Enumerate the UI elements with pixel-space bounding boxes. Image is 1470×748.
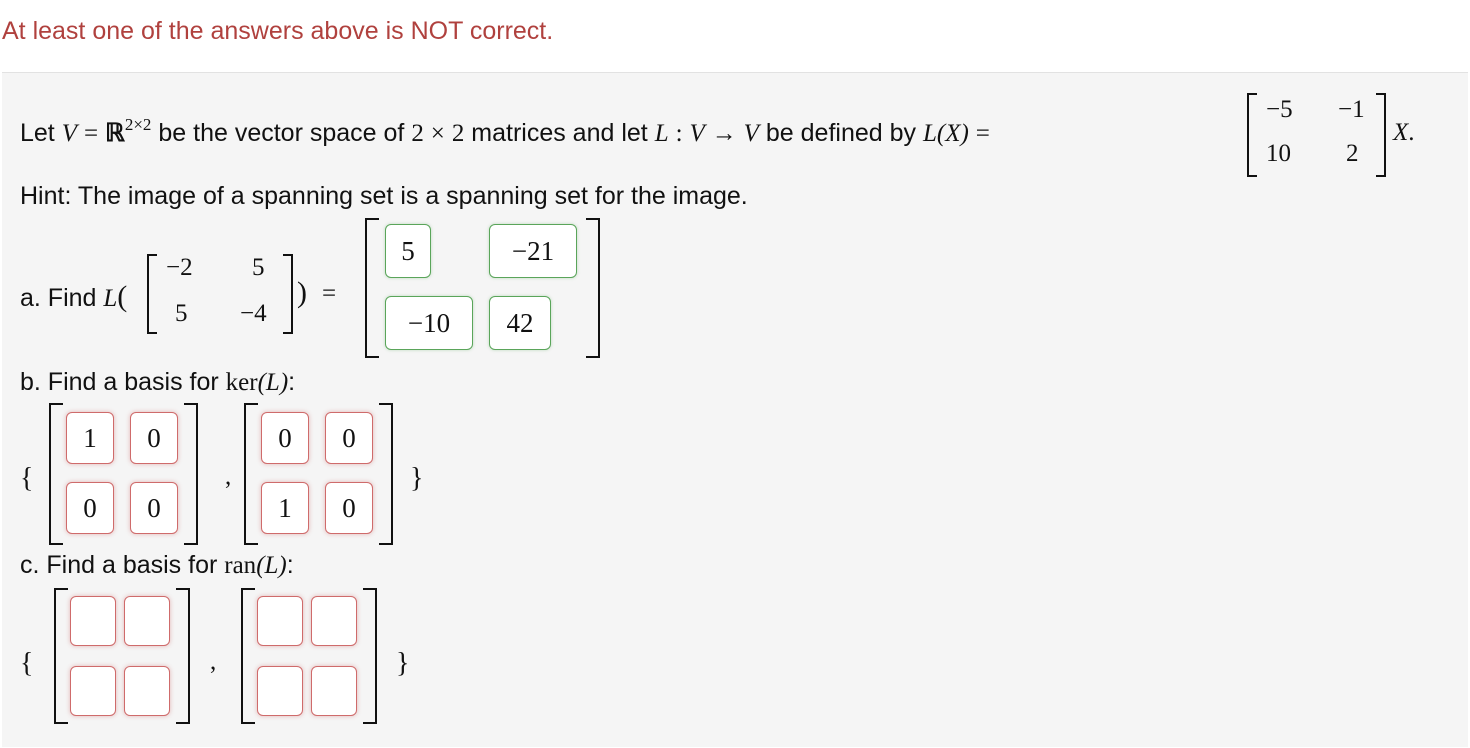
ker-basis-2-input-21[interactable]: 1	[261, 482, 309, 534]
matrix-cell-22: 2	[1346, 140, 1359, 167]
matrix-bracket-right	[1376, 93, 1386, 177]
ker-basis-2-bracket-left	[244, 403, 258, 545]
equals-sign: =	[83, 120, 99, 147]
ker-basis-2-bracket-right	[379, 403, 393, 545]
matrix-cell-21: 10	[1266, 140, 1291, 167]
var-v-codomain: V	[743, 120, 759, 147]
ker-basis-2-input-11[interactable]: 0	[261, 412, 309, 464]
part-c-label: c. Find a basis for ran(L):	[20, 551, 294, 580]
part-c-open-brace: {	[20, 648, 34, 679]
ker-basis-1-input-11[interactable]: 1	[66, 412, 114, 464]
part-a-equals: =	[322, 280, 337, 307]
intro-text-3: be defined by	[765, 119, 917, 147]
part-a-open-paren: (	[117, 280, 128, 313]
answer-a-input-11[interactable]: 5	[385, 224, 431, 278]
ker-basis-2-input-12[interactable]: 0	[325, 412, 373, 464]
ker-func: ker	[225, 369, 258, 396]
l-of-x: L(X)	[922, 120, 969, 147]
ran-basis-1-bracket-left	[54, 588, 68, 724]
ran-basis-2-input-21[interactable]	[257, 666, 303, 716]
part-a-close-paren: )	[297, 276, 307, 309]
ker-arg: (L)	[257, 369, 289, 396]
ker-basis-2-input-22[interactable]: 0	[325, 482, 373, 534]
part-b-text: b. Find a basis for	[20, 368, 219, 396]
intro-let: Let	[20, 119, 55, 147]
ker-basis-1-input-21[interactable]: 0	[66, 482, 114, 534]
ker-basis-1-bracket-right	[184, 403, 198, 545]
intro-text-2: matrices and let	[471, 119, 648, 147]
ran-func: ran	[224, 552, 257, 579]
answer-a-bracket-left	[365, 218, 379, 358]
intro-text: Let V = ℝ2×2 be the vector space of 2 × …	[20, 115, 990, 148]
part-c-comma: ,	[210, 648, 217, 675]
part-b-colon: :	[288, 368, 296, 396]
dim-2a: 2	[411, 120, 424, 147]
part-c-colon: :	[286, 551, 294, 579]
answer-a-bracket-right	[586, 218, 600, 358]
ran-arg: (L)	[256, 552, 287, 579]
arrow-icon: →	[711, 120, 737, 147]
part-a-cell-22: −4	[240, 300, 267, 327]
ran-basis-2-input-12[interactable]	[311, 596, 357, 646]
ran-basis-1-input-11[interactable]	[70, 596, 116, 646]
dim-2b: 2	[451, 120, 465, 147]
var-l: L	[654, 120, 669, 147]
dims-superscript: 2×2	[124, 115, 152, 134]
times-sign: ×	[430, 120, 445, 147]
matrix-cell-12: −1	[1338, 96, 1365, 123]
ran-basis-1-input-22[interactable]	[124, 666, 170, 716]
matrix-cell-11: −5	[1266, 96, 1293, 123]
ker-basis-1-input-12[interactable]: 0	[130, 412, 178, 464]
answer-a-input-22[interactable]: 42	[489, 296, 551, 350]
var-x: X	[1393, 119, 1409, 146]
part-a-cell-21: 5	[175, 300, 188, 327]
part-a-label: a. Find L(	[20, 280, 127, 314]
var-v: V	[61, 120, 77, 147]
ran-basis-2-input-22[interactable]	[311, 666, 357, 716]
equals-sign-2: =	[975, 120, 990, 147]
ker-basis-1-bracket-left	[49, 403, 63, 545]
part-b-comma: ,	[225, 463, 232, 490]
ker-basis-1-input-22[interactable]: 0	[130, 482, 178, 534]
part-a-text: a. Find	[20, 284, 97, 312]
part-a-matrix-bracket-left	[147, 254, 157, 334]
answer-a-input-12[interactable]: −21	[489, 224, 577, 278]
part-c-text: c. Find a basis for	[20, 551, 218, 579]
matrix-bracket-left	[1247, 93, 1257, 177]
var-v-domain: V	[689, 120, 705, 147]
part-c-close-brace: }	[396, 648, 410, 679]
ran-basis-2-bracket-right	[363, 588, 377, 724]
ran-basis-1-bracket-right	[176, 588, 190, 724]
ran-basis-2-bracket-left	[241, 588, 255, 724]
part-a-cell-11: −2	[166, 254, 193, 281]
reals-symbol: ℝ	[105, 120, 125, 147]
period: .	[1408, 119, 1415, 146]
part-a-matrix-bracket-right	[283, 254, 293, 334]
ran-basis-1-input-21[interactable]	[70, 666, 116, 716]
ran-basis-1-input-12[interactable]	[124, 596, 170, 646]
ran-basis-2-input-11[interactable]	[257, 596, 303, 646]
error-message: At least one of the answers above is NOT…	[2, 17, 554, 45]
colon: :	[675, 120, 683, 147]
part-b-close-brace: }	[410, 463, 424, 494]
part-b-label: b. Find a basis for ker(L):	[20, 368, 295, 397]
answer-a-input-21[interactable]: −10	[385, 296, 473, 350]
part-a-l: L	[103, 285, 118, 312]
part-a-cell-12: 5	[252, 254, 265, 281]
part-b-open-brace: {	[20, 463, 34, 494]
intro-text-1: be the vector space of	[158, 119, 405, 147]
hint-text: Hint: The image of a spanning set is a s…	[20, 182, 748, 210]
